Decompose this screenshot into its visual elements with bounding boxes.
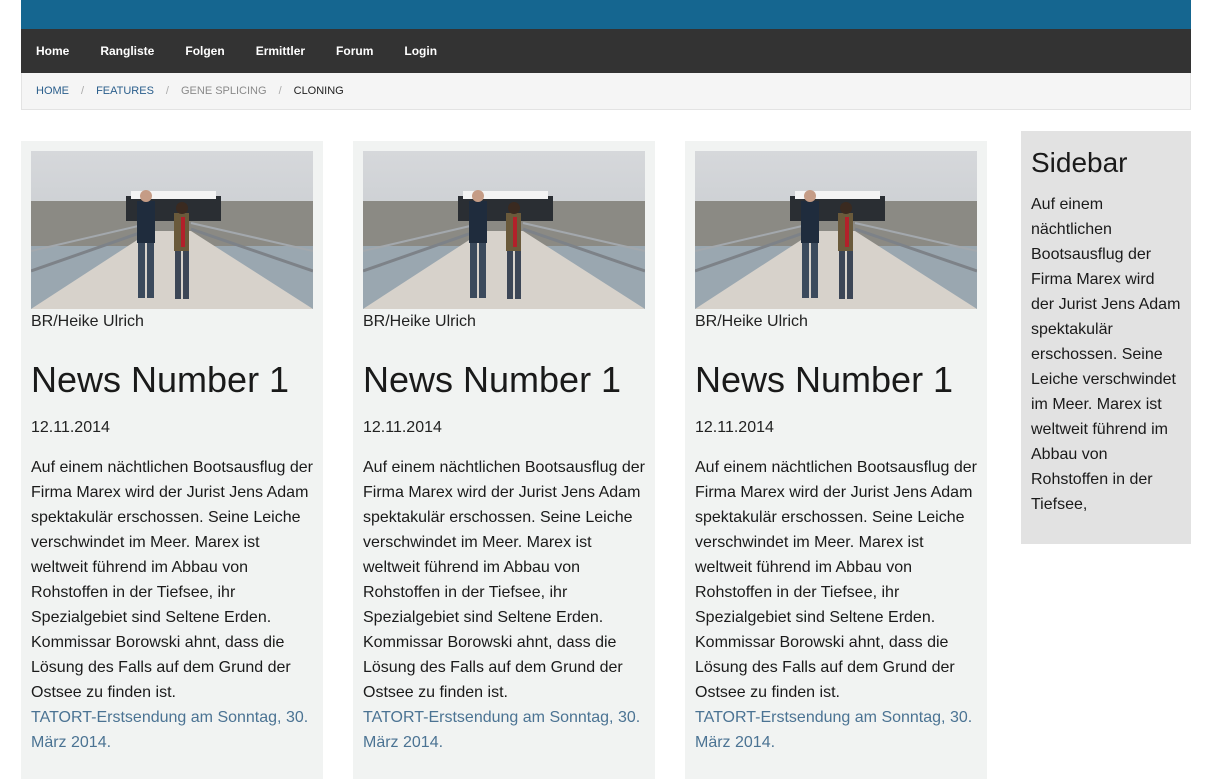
article-title: News Number 1: [363, 359, 622, 400]
article-photo: [363, 151, 645, 309]
nav-item-rangliste[interactable]: Rangliste: [100, 29, 154, 73]
breadcrumb-features[interactable]: FEATURES: [96, 85, 154, 97]
breadcrumb-gene-splicing: GENE SPLICING: [180, 85, 267, 97]
article-title: News Number 1: [31, 359, 290, 400]
article-photo: [31, 151, 313, 309]
article-date: 12.11.2014: [363, 419, 442, 436]
nav-item-ermittler[interactable]: Ermittler: [256, 29, 305, 73]
article-card: BR/Heike Ulrich News Number 1 12.11.2014…: [353, 141, 655, 779]
breadcrumb-separator: /: [81, 85, 85, 97]
top-banner: [21, 0, 1191, 29]
photo-credit: BR/Heike Ulrich: [695, 313, 808, 330]
breadcrumb-current: CLONING: [293, 85, 344, 97]
article-title: News Number 1: [695, 359, 954, 400]
sidebar: Sidebar Auf einem nächtlichen Bootsausfl…: [1021, 131, 1191, 544]
nav-item-login[interactable]: Login: [404, 29, 437, 73]
main-nav: Home Rangliste Folgen Ermittler Forum Lo…: [21, 29, 1191, 73]
article-card: BR/Heike Ulrich News Number 1 12.11.2014…: [21, 141, 323, 779]
breadcrumb-home[interactable]: HOME: [36, 85, 69, 97]
article-card: BR/Heike Ulrich News Number 1 12.11.2014…: [685, 141, 987, 779]
article-link[interactable]: TATORT-Erstsendung am Sonntag, 30. März …: [363, 705, 645, 755]
article-body: Auf einem nächtlichen Bootsausflug der F…: [31, 459, 313, 701]
article-date: 12.11.2014: [31, 419, 110, 436]
article-link[interactable]: TATORT-Erstsendung am Sonntag, 30. März …: [31, 705, 313, 755]
article-body: Auf einem nächtlichen Bootsausflug der F…: [363, 459, 645, 701]
sidebar-title: Sidebar: [1031, 147, 1128, 178]
article-date: 12.11.2014: [695, 419, 774, 436]
nav-item-folgen[interactable]: Folgen: [185, 29, 224, 73]
nav-item-forum[interactable]: Forum: [336, 29, 373, 73]
article-link[interactable]: TATORT-Erstsendung am Sonntag, 30. März …: [695, 705, 977, 755]
breadcrumb-separator: /: [165, 85, 169, 97]
breadcrumb-separator: /: [278, 85, 282, 97]
nav-item-home[interactable]: Home: [36, 29, 69, 73]
article-photo: [695, 151, 977, 309]
breadcrumb: HOME / FEATURES / GENE SPLICING / CLONIN…: [21, 73, 1191, 110]
sidebar-text: Auf einem nächtlichen Bootsausflug der F…: [1031, 196, 1181, 513]
article-body: Auf einem nächtlichen Bootsausflug der F…: [695, 459, 977, 701]
photo-credit: BR/Heike Ulrich: [31, 313, 144, 330]
photo-credit: BR/Heike Ulrich: [363, 313, 476, 330]
